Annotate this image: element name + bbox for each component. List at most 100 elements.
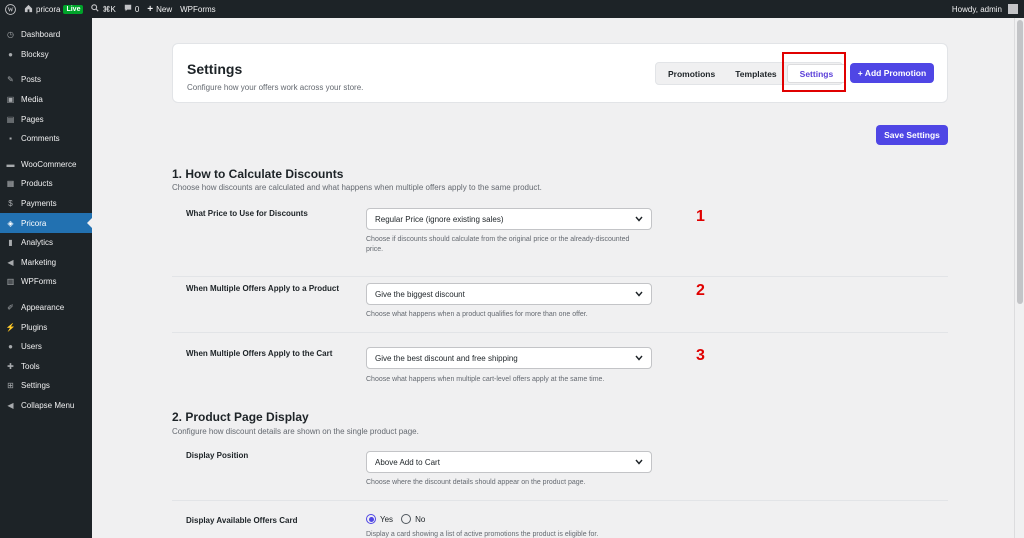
select-value: Above Add to Cart: [375, 457, 440, 467]
plus-icon: +: [147, 3, 154, 15]
divider: [172, 276, 948, 277]
annotation-number: 1: [696, 208, 705, 225]
sidebar-item-dashboard[interactable]: ◷ Dashboard: [0, 25, 92, 45]
comments-count: 0: [134, 4, 140, 14]
pricora-icon: ◈: [7, 218, 14, 228]
comments-link[interactable]: 0: [120, 0, 143, 18]
sidebar-item-comments[interactable]: ▪ Comments: [0, 129, 92, 149]
page-scrollbar[interactable]: [1014, 18, 1024, 538]
wpforms-label: WPForms: [180, 4, 216, 14]
svg-text:W: W: [7, 7, 13, 13]
cart-stacking-label: When Multiple Offers Apply to the Cart: [186, 349, 333, 358]
display-position-select[interactable]: Above Add to Cart: [366, 451, 652, 473]
offers-card-label: Display Available Offers Card: [186, 516, 298, 525]
sidebar-item-label: WPForms: [21, 277, 57, 287]
sidebar-item-label: Media: [21, 95, 43, 105]
wrench-icon: ✚: [7, 361, 14, 371]
select-value: Give the biggest discount: [375, 289, 465, 299]
media-icon: ▣: [6, 95, 15, 105]
sidebar-item-wpforms[interactable]: ▥ WPForms: [0, 272, 92, 292]
sidebar-item-label: Comments: [21, 134, 60, 144]
chevron-down-icon: [634, 214, 644, 224]
sidebar-item-payments[interactable]: $ Payments: [0, 194, 92, 214]
wpforms-link[interactable]: WPForms: [176, 0, 220, 18]
annotation-highlight-box: [782, 52, 846, 92]
tab-templates[interactable]: Templates: [725, 64, 786, 83]
site-name-link[interactable]: pricora Live: [20, 0, 87, 18]
home-icon: [24, 4, 33, 15]
products-icon: ▦: [6, 179, 15, 189]
divider: [172, 500, 948, 501]
cart-stacking-select[interactable]: Give the best discount and free shipping: [366, 347, 652, 369]
sidebar-item-woocommerce[interactable]: ▬ WooCommerce: [0, 155, 92, 175]
live-badge: Live: [63, 4, 84, 14]
pages-icon: ▤: [6, 114, 15, 124]
radio-yes[interactable]: Yes: [366, 514, 393, 524]
select-value: Give the best discount and free shipping: [375, 353, 518, 363]
scrollbar-thumb[interactable]: [1017, 20, 1023, 304]
sidebar-item-label: Blocksy: [21, 49, 49, 59]
megaphone-icon: ◀: [7, 257, 14, 267]
price-basis-label: What Price to Use for Discounts: [186, 209, 308, 218]
brush-icon: ✐: [7, 303, 14, 313]
sidebar-item-settings[interactable]: ⊞ Settings: [0, 376, 92, 396]
sidebar-item-blocksy[interactable]: ● Blocksy: [0, 45, 92, 65]
command-palette-button[interactable]: ⌘K: [87, 0, 119, 18]
help-line: price.: [366, 246, 384, 253]
sidebar-item-pages[interactable]: ▤ Pages: [0, 109, 92, 129]
new-content-link[interactable]: + New: [143, 0, 176, 18]
sidebar-item-label: Plugins: [21, 322, 48, 332]
shortcut-label: ⌘K: [102, 4, 116, 14]
sidebar-item-label: Dashboard: [21, 30, 61, 40]
howdy-label: Howdy, admin: [951, 4, 1002, 14]
radio-no[interactable]: No: [401, 514, 425, 524]
radio-unselected-icon: [401, 514, 412, 524]
radio-selected-icon: [366, 514, 376, 524]
sidebar-item-products[interactable]: ▦ Products: [0, 174, 92, 194]
chevron-down-icon: [634, 289, 644, 299]
sidebar-item-analytics[interactable]: ▮ Analytics: [0, 233, 92, 253]
section-description: Choose how discounts are calculated and …: [172, 183, 542, 192]
sidebar-item-marketing[interactable]: ◀ Marketing: [0, 253, 92, 273]
price-basis-help: Choose if discounts should calculate fro…: [366, 235, 666, 255]
blocksy-icon: ●: [8, 49, 13, 59]
sidebar-item-pricora[interactable]: ◈ Pricora: [0, 213, 92, 233]
new-label: New: [156, 4, 173, 14]
page-title: Settings: [187, 61, 243, 77]
sidebar-item-label: Appearance: [21, 303, 65, 313]
main-content: Settings Configure how your offers work …: [104, 18, 1012, 538]
radio-label: No: [415, 514, 426, 524]
sidebar-item-users[interactable]: ● Users: [0, 337, 92, 357]
sidebar-item-label: Settings: [21, 381, 50, 391]
avatar: [1008, 4, 1018, 14]
pin-icon: ✎: [7, 75, 14, 85]
sidebar-item-posts[interactable]: ✎ Posts: [0, 70, 92, 90]
product-stacking-select[interactable]: Give the biggest discount: [366, 283, 652, 305]
section-title: 2. Product Page Display: [172, 410, 309, 424]
sidebar-item-label: Pages: [21, 114, 44, 124]
save-settings-button[interactable]: Save Settings: [876, 125, 948, 145]
wpforms-icon: ▥: [6, 277, 15, 287]
sidebar-item-label: Users: [21, 342, 42, 352]
tab-promotions[interactable]: Promotions: [658, 64, 725, 83]
sidebar-item-tools[interactable]: ✚ Tools: [0, 357, 92, 377]
display-position-label: Display Position: [186, 451, 249, 460]
account-menu[interactable]: Howdy, admin: [948, 0, 1024, 18]
sidebar-item-appearance[interactable]: ✐ Appearance: [0, 298, 92, 318]
sidebar-item-media[interactable]: ▣ Media: [0, 90, 92, 110]
annotation-number: 2: [696, 282, 705, 299]
divider: [172, 332, 948, 333]
settings-icon: ⊞: [7, 381, 14, 391]
dashboard-icon: ◷: [7, 30, 14, 40]
search-icon: [91, 4, 100, 14]
sidebar-item-plugins[interactable]: ⚡ Plugins: [0, 317, 92, 337]
sidebar-item-label: Collapse Menu: [21, 400, 75, 410]
page-subtitle: Configure how your offers work across yo…: [187, 83, 364, 92]
sidebar-item-collapse-menu[interactable]: ◀ Collapse Menu: [0, 396, 92, 416]
sidebar-item-label: Posts: [21, 75, 42, 85]
woocommerce-icon: ▬: [6, 159, 15, 169]
add-promotion-button[interactable]: + Add Promotion: [850, 63, 934, 83]
price-basis-select[interactable]: Regular Price (ignore existing sales): [366, 208, 652, 230]
offers-card-help: Display a card showing a list of active …: [366, 531, 599, 538]
wordpress-logo-icon[interactable]: W: [0, 0, 20, 18]
